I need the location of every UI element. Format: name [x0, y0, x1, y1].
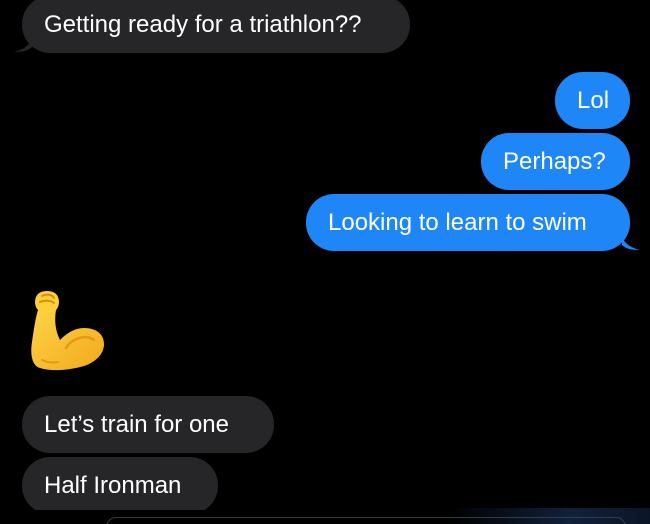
conversation-view: Getting ready for a triathlon?? Lol Perh…: [0, 0, 650, 524]
message-bubble-outgoing[interactable]: Lol: [555, 72, 630, 129]
message-input[interactable]: [106, 517, 626, 524]
message-bubble-incoming[interactable]: Getting ready for a triathlon??: [22, 0, 410, 53]
message-text: Looking to learn to swim: [328, 209, 587, 236]
flexed-biceps-emoji-icon[interactable]: [26, 288, 108, 374]
message-bubble-incoming[interactable]: Half Ironman: [22, 457, 218, 514]
bubble-tail-icon: [14, 35, 32, 52]
message-text: Let’s train for one: [44, 411, 230, 438]
message-text: Half Ironman: [44, 472, 182, 499]
message-text: Getting ready for a triathlon??: [44, 11, 362, 38]
bubble-tail-icon: [622, 233, 640, 250]
message-text: Lol: [577, 87, 610, 114]
message-text: Perhaps?: [503, 148, 606, 175]
message-bubble-outgoing[interactable]: Looking to learn to swim: [306, 194, 630, 251]
message-bubble-incoming[interactable]: Let’s train for one: [22, 396, 274, 453]
message-bubble-outgoing[interactable]: Perhaps?: [481, 133, 630, 190]
